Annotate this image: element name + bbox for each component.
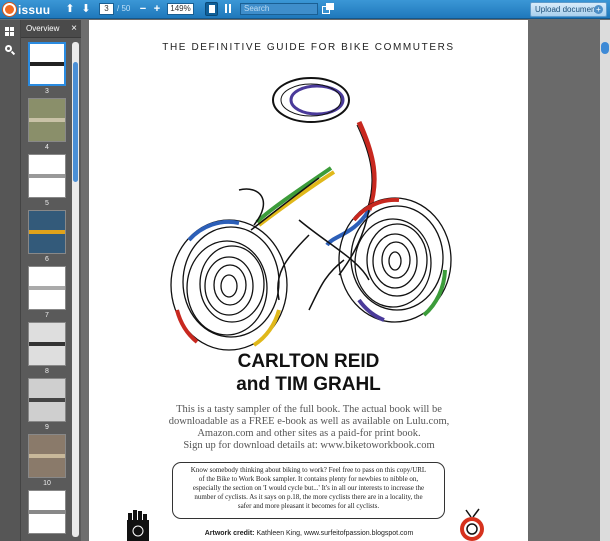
page-thumbnail[interactable] xyxy=(28,98,66,142)
top-toolbar: issuu ⬆ ⬇ 3 / 50 − + 149% Search Upload … xyxy=(0,0,610,19)
issuu-reader: issuu ⬆ ⬇ 3 / 50 − + 149% Search Upload … xyxy=(0,0,610,541)
cyclist-illustration xyxy=(170,77,452,351)
thumbnail-page-number: 9 xyxy=(45,424,49,431)
previous-page-button[interactable]: ⬆ xyxy=(64,3,76,15)
page-thumbnail[interactable] xyxy=(28,434,66,478)
thumbnail-page-number: 4 xyxy=(45,144,49,151)
zoom-level-field[interactable]: 149% xyxy=(167,3,194,15)
tv-bike-logo-icon xyxy=(460,508,484,541)
page-total-label: / 50 xyxy=(117,4,131,13)
author-line-2: and TIM GRAHL xyxy=(236,374,381,395)
upload-document-button[interactable]: Upload document + xyxy=(530,2,607,17)
page-thumbnail[interactable] xyxy=(28,210,66,254)
blurb-line: Sign up for download details at: www.bik… xyxy=(183,440,435,451)
issuu-logo-icon xyxy=(3,3,16,16)
zoom-out-icon: − xyxy=(139,3,147,15)
blurb-line: This is a tasty sampler of the full book… xyxy=(176,404,442,415)
hand-logo-icon xyxy=(127,510,149,541)
arrow-up-icon: ⬆ xyxy=(65,3,75,15)
sampler-description: This is a tasty sampler of the full book… xyxy=(144,404,474,452)
author-line-1: CARLTON REID xyxy=(237,351,380,372)
page-thumbnail[interactable] xyxy=(28,154,66,198)
callout-line: of the Bike to Work Book sampler. It con… xyxy=(198,475,419,483)
credit-text: Kathleen King, www.surfeitofpassion.blog… xyxy=(254,530,414,537)
thumbnail-page-number: 7 xyxy=(45,312,49,319)
page-thumbnail[interactable] xyxy=(28,266,66,310)
search-icon[interactable] xyxy=(5,45,16,56)
share-callout-box: Know somebody thinking about biking to w… xyxy=(172,462,445,519)
callout-line: number of cyclists. As it says on p.18, … xyxy=(194,493,423,501)
overview-scrollbar[interactable] xyxy=(72,42,79,537)
thumbnail-page-number: 10 xyxy=(43,480,51,487)
left-rail xyxy=(0,20,20,541)
overview-scrollbar-thumb[interactable] xyxy=(73,62,78,182)
page-thumbnail[interactable] xyxy=(28,378,66,422)
document-scrollbar[interactable] xyxy=(600,20,610,541)
two-page-view-button[interactable] xyxy=(222,2,235,16)
zoom-out-button[interactable]: − xyxy=(137,3,149,15)
page-thumbnail[interactable] xyxy=(28,322,66,366)
grid-icon[interactable] xyxy=(5,27,15,37)
page-thumbnail[interactable] xyxy=(28,42,66,86)
share-icon[interactable] xyxy=(322,3,334,15)
callout-line: especially the section on 'I would cycle… xyxy=(192,484,425,492)
zoom-in-button[interactable]: + xyxy=(151,3,163,15)
callout-line: safer and more pleasant it becomes for a… xyxy=(237,502,380,510)
overview-panel: Overview × 3 4 5 6 7 8 9 10 xyxy=(20,20,81,541)
plus-icon: + xyxy=(594,5,603,14)
artwork-credit: Artwork credit: Kathleen King, www.surfe… xyxy=(169,530,449,537)
upload-label: Upload document xyxy=(535,5,598,14)
arrow-down-icon: ⬇ xyxy=(81,3,91,15)
blurb-line: downloadable as a FREE e-book as well as… xyxy=(168,416,450,427)
credit-label: Artwork credit: xyxy=(204,530,255,537)
zoom-in-icon: + xyxy=(153,3,161,15)
thumbnail-page-number: 8 xyxy=(45,368,49,375)
thumbnail-list: 3 4 5 6 7 8 9 10 xyxy=(24,42,68,541)
callout-line: Know somebody thinking about biking to w… xyxy=(190,466,427,474)
page-thumbnail[interactable] xyxy=(28,490,66,534)
issuu-logo[interactable]: issuu xyxy=(3,2,50,17)
overview-header: Overview × xyxy=(21,20,81,38)
thumbnail-page-number xyxy=(24,534,70,541)
document-scrollbar-thumb[interactable] xyxy=(601,42,609,54)
page-number-input[interactable]: 3 xyxy=(99,3,114,15)
logo-text: issuu xyxy=(18,2,51,17)
book-subtitle: THE DEFINITIVE GUIDE FOR BIKE COMMUTERS xyxy=(162,42,455,53)
thumbnail-page-number: 5 xyxy=(45,200,49,207)
next-page-button[interactable]: ⬇ xyxy=(80,3,92,15)
blurb-line: Amazon.com and other sites as a paid-for… xyxy=(197,428,421,439)
close-icon[interactable]: × xyxy=(71,23,77,34)
right-gutter xyxy=(528,20,610,541)
thumbnail-page-number: 3 xyxy=(45,88,49,95)
author-names: CARLTON REID and TIM GRAHL xyxy=(89,350,528,396)
overview-title: Overview xyxy=(26,24,60,33)
search-input[interactable]: Search xyxy=(240,3,318,15)
document-viewport: THE DEFINITIVE GUIDE FOR BIKE COMMUTERS xyxy=(81,20,610,541)
single-page-view-button[interactable] xyxy=(205,2,218,16)
thumbnail-page-number: 6 xyxy=(45,256,49,263)
document-page: THE DEFINITIVE GUIDE FOR BIKE COMMUTERS xyxy=(89,20,528,541)
